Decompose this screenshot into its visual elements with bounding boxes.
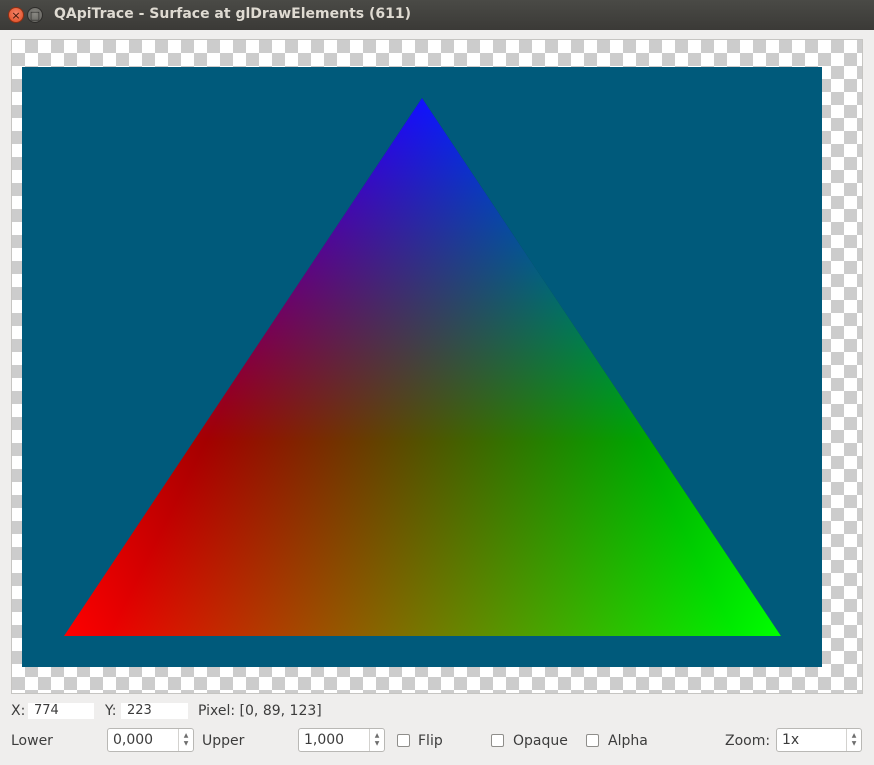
- zoom-value: 1x: [782, 732, 800, 748]
- pixel-value: Pixel: [0, 89, 123]: [198, 703, 322, 719]
- lower-value: 0,000: [113, 732, 154, 748]
- lower-spinbox[interactable]: 0,000 ▲ ▼: [107, 728, 194, 752]
- lower-spin-arrows[interactable]: ▲ ▼: [178, 729, 193, 751]
- spin-down-icon[interactable]: ▼: [375, 740, 380, 748]
- zoom-label: Zoom:: [725, 733, 771, 749]
- upper-value: 1,000: [304, 732, 345, 748]
- spin-down-icon[interactable]: ▼: [852, 740, 857, 748]
- flip-label: Flip: [418, 733, 443, 749]
- flip-checkbox[interactable]: [397, 734, 410, 747]
- maximize-icon[interactable]: □: [27, 7, 43, 23]
- zoom-spin-arrows[interactable]: ▲ ▼: [846, 729, 861, 751]
- upper-spinbox[interactable]: 1,000 ▲ ▼: [298, 728, 385, 752]
- close-icon[interactable]: ×: [8, 7, 24, 23]
- spin-down-icon[interactable]: ▼: [184, 740, 189, 748]
- zoom-spinbox[interactable]: 1x ▲ ▼: [776, 728, 862, 752]
- lower-label: Lower: [11, 733, 53, 749]
- x-value: 774: [28, 703, 94, 719]
- alpha-checkbox[interactable]: [586, 734, 599, 747]
- alpha-label: Alpha: [608, 733, 648, 749]
- upper-spin-arrows[interactable]: ▲ ▼: [369, 729, 384, 751]
- window-title: QApiTrace - Surface at glDrawElements (6…: [54, 6, 411, 22]
- spin-up-icon[interactable]: ▲: [184, 732, 189, 740]
- opaque-checkbox[interactable]: [491, 734, 504, 747]
- y-label: Y:: [105, 703, 117, 719]
- spin-up-icon[interactable]: ▲: [375, 732, 380, 740]
- surface-image: [22, 67, 822, 667]
- title-bar: × □ QApiTrace - Surface at glDrawElement…: [0, 0, 874, 30]
- spin-up-icon[interactable]: ▲: [852, 732, 857, 740]
- upper-label: Upper: [202, 733, 245, 749]
- surface-viewport[interactable]: [11, 39, 863, 694]
- pixel-info-row: X: 774 Y: 223 Pixel: [0, 89, 123]: [0, 700, 874, 722]
- opaque-label: Opaque: [513, 733, 568, 749]
- x-label: X:: [11, 703, 26, 719]
- y-value: 223: [121, 703, 188, 719]
